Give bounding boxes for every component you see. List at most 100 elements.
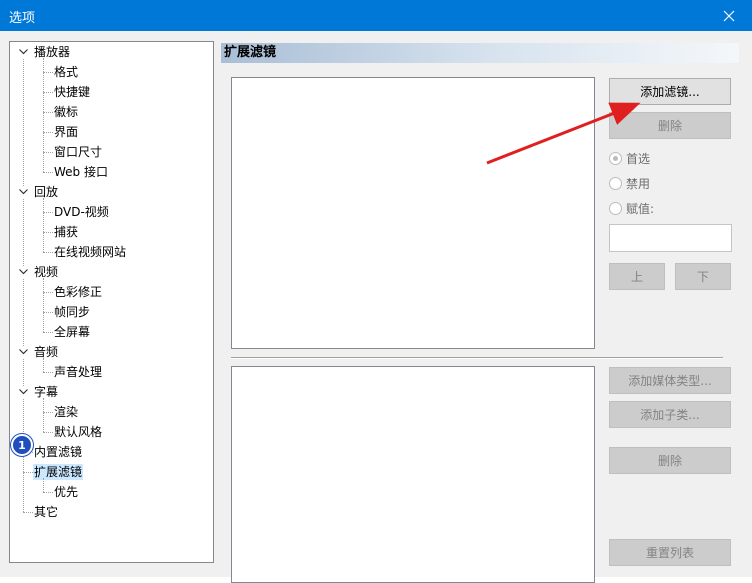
chevron-down-icon[interactable]: [17, 266, 29, 278]
tree-line: [43, 132, 53, 133]
tree-item[interactable]: 帧同步: [10, 302, 211, 322]
tree-item[interactable]: 视频: [10, 262, 211, 282]
chevron-down-icon[interactable]: [17, 186, 29, 198]
tree-line: [43, 58, 44, 172]
reset-list-button[interactable]: 重置列表: [609, 539, 731, 566]
filter-list[interactable]: [231, 77, 595, 349]
tree-item-label: 默认风格: [54, 425, 103, 439]
tree-item[interactable]: 播放器: [10, 42, 211, 62]
tree-item[interactable]: 内置滤镜: [10, 442, 211, 462]
tree-line: [43, 492, 53, 493]
tree-item-label: 在线视频网站: [54, 245, 127, 259]
tree-item[interactable]: 窗口尺寸: [10, 142, 211, 162]
radio-icon: [609, 151, 622, 165]
title-bar: 选项: [0, 0, 752, 31]
tree-line: [23, 472, 33, 473]
tree-item-label: 快捷键: [54, 85, 91, 99]
tree-item-label: 音频: [34, 345, 59, 359]
tree-item-label: Web 接口: [54, 165, 108, 179]
chevron-down-icon[interactable]: [17, 46, 29, 58]
move-up-button[interactable]: 上: [609, 263, 665, 290]
chevron-down-icon[interactable]: [17, 346, 29, 358]
media-type-list[interactable]: [231, 366, 595, 583]
tree-item[interactable]: 优先: [10, 482, 211, 502]
tree-item[interactable]: 全屏幕: [10, 322, 211, 342]
tree-line: [23, 512, 33, 513]
tree-item[interactable]: 音频: [10, 342, 211, 362]
radio-merit-label: 赋值:: [626, 201, 655, 216]
tree-item[interactable]: 在线视频网站: [10, 242, 211, 262]
page-title: 扩展滤镜: [221, 43, 739, 63]
tree-line: [43, 112, 53, 113]
move-down-button[interactable]: 下: [675, 263, 731, 290]
tree-item-label: DVD-视频: [54, 205, 109, 219]
tree-line: [43, 332, 53, 333]
tree-item[interactable]: DVD-视频: [10, 202, 211, 222]
tree-item-label: 优先: [54, 485, 79, 499]
tree-line: [43, 252, 53, 253]
tree-item-label: 回放: [34, 185, 59, 199]
tree-line: [43, 372, 53, 373]
radio-prefer-label: 首选: [626, 151, 651, 166]
add-subtype-button[interactable]: 添加子类...: [609, 401, 731, 428]
tree-line: [43, 398, 44, 432]
tree-item[interactable]: Web 接口: [10, 162, 211, 182]
radio-block-label: 禁用: [626, 176, 651, 191]
delete-media-button[interactable]: 删除: [609, 447, 731, 474]
tree-item[interactable]: 字幕: [10, 382, 211, 402]
tree-item-label: 扩展滤镜: [33, 464, 84, 480]
tree-item[interactable]: 渲染: [10, 402, 211, 422]
tree-line: [43, 358, 44, 372]
chevron-down-icon[interactable]: [17, 386, 29, 398]
radio-icon: [609, 176, 622, 190]
tree-item-label: 界面: [54, 125, 79, 139]
tree-item[interactable]: 其它: [10, 502, 211, 522]
tree-item-label: 捕获: [54, 225, 79, 239]
tree-item[interactable]: 快捷键: [10, 82, 211, 102]
tree-line: [43, 72, 53, 73]
dialog-body: 播放器格式快捷键徽标界面窗口尺寸 Web 接口回放 DVD-视频 捕获在线视频网站视频…: [0, 31, 752, 583]
window-title: 选项: [9, 11, 36, 26]
tree-item-label: 视频: [34, 265, 59, 279]
tree-item[interactable]: 界面: [10, 122, 211, 142]
add-media-type-button[interactable]: 添加媒体类型...: [609, 367, 731, 394]
tree-line: [43, 152, 53, 153]
close-button[interactable]: [706, 0, 752, 31]
tree-item[interactable]: 声音处理: [10, 362, 211, 382]
tree-item-label: 徽标: [54, 105, 79, 119]
step-badge: 1: [11, 434, 33, 456]
radio-block[interactable]: 禁用: [609, 175, 650, 191]
options-tree[interactable]: 播放器格式快捷键徽标界面窗口尺寸 Web 接口回放 DVD-视频 捕获在线视频网站视频…: [9, 41, 214, 563]
tree-item[interactable]: 默认风格: [10, 422, 211, 442]
tree-item[interactable]: 回放: [10, 182, 211, 202]
tree-item[interactable]: 色彩修正: [10, 282, 211, 302]
close-icon: [723, 10, 735, 21]
tree-item-label: 内置滤镜: [34, 445, 83, 459]
tree-item[interactable]: 捕获: [10, 222, 211, 242]
tree-item-label: 窗口尺寸: [54, 145, 103, 159]
tree-item[interactable]: 格式: [10, 62, 211, 82]
tree-item[interactable]: 徽标: [10, 102, 211, 122]
divider: [231, 357, 723, 359]
radio-prefer[interactable]: 首选: [609, 150, 650, 166]
tree-item-label: 帧同步: [54, 305, 91, 319]
tree-item-label: 色彩修正: [54, 285, 103, 299]
tree-item-label: 全屏幕: [54, 325, 91, 339]
tree-item-label: 渲染: [54, 405, 79, 419]
tree-line: [43, 278, 44, 332]
tree-item[interactable]: 扩展滤镜: [10, 462, 211, 482]
tree-line: [43, 198, 44, 252]
tree-line: [43, 172, 53, 173]
radio-merit[interactable]: 赋值:: [609, 200, 654, 216]
tree-line: [43, 292, 53, 293]
tree-line: [43, 432, 53, 433]
tree-line: [43, 232, 53, 233]
tree-item-label: 字幕: [34, 385, 59, 399]
tree-item-label: 其它: [34, 505, 59, 519]
radio-icon: [609, 201, 622, 215]
tree-item-label: 格式: [54, 65, 79, 79]
add-filter-button[interactable]: 添加滤镜...: [609, 78, 731, 105]
tree-line: [43, 478, 44, 492]
merit-input[interactable]: [609, 224, 732, 252]
delete-filter-button[interactable]: 删除: [609, 112, 731, 139]
